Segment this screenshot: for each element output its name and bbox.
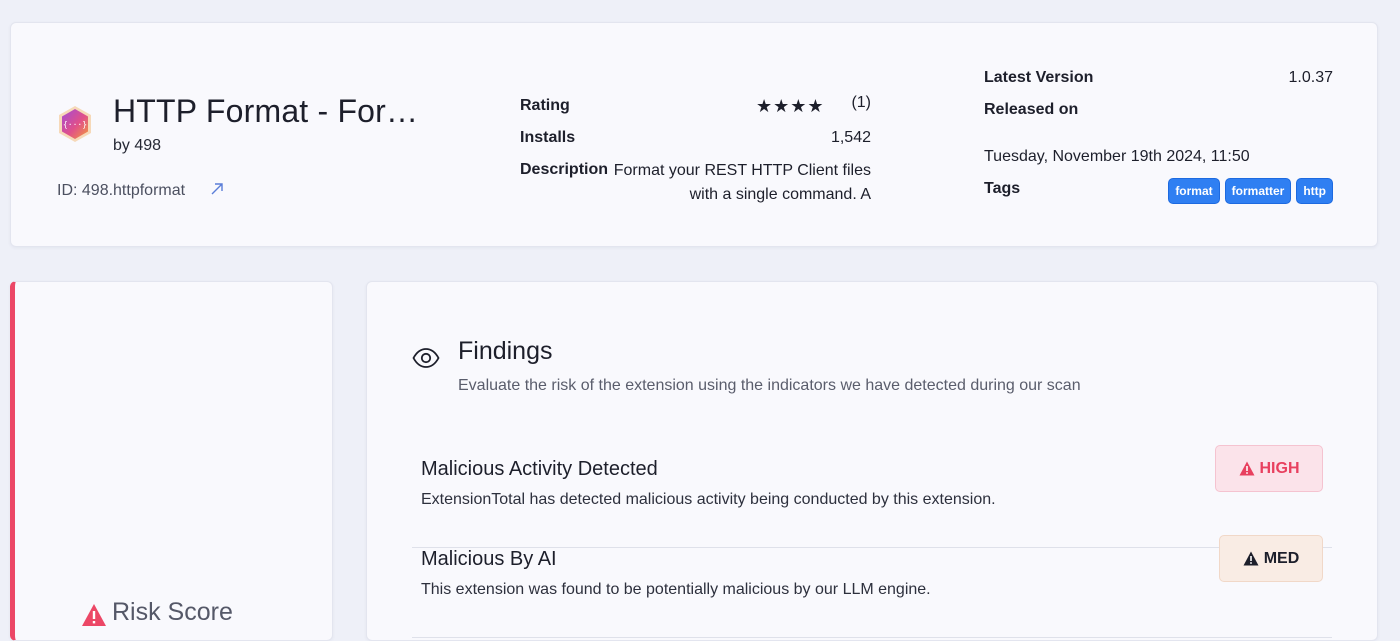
- rating-stars-icon: ★★★★: [756, 96, 825, 116]
- warning-triangle-icon: [1239, 461, 1254, 476]
- svg-text:{···}: {···}: [63, 120, 87, 129]
- finding-description: This extension was found to be potential…: [421, 581, 931, 598]
- findings-title: Findings: [458, 337, 553, 365]
- finding-description: ExtensionTotal has detected malicious ac…: [421, 491, 996, 508]
- findings-subtitle: Evaluate the risk of the extension using…: [458, 377, 1081, 394]
- finding-title: Malicious Activity Detected: [421, 458, 658, 480]
- severity-label: MED: [1263, 549, 1300, 567]
- finding-row[interactable]: Malicious By AI This extension was found…: [412, 535, 1332, 638]
- extension-author: by 498: [113, 137, 162, 154]
- rating-count: (1): [851, 94, 871, 111]
- severity-badge-med: MED: [1219, 535, 1323, 582]
- warning-triangle-icon: [1243, 551, 1259, 566]
- severity-label: HIGH: [1259, 459, 1300, 477]
- extension-title: HTTP Format - For…: [113, 93, 419, 129]
- tag-format[interactable]: format: [1168, 178, 1220, 204]
- tag-http[interactable]: http: [1296, 178, 1333, 204]
- tags-list: format formatter http: [1168, 178, 1333, 204]
- extension-id: ID: 498.httpformat: [57, 182, 186, 199]
- finding-row[interactable]: Malicious Activity Detected ExtensionTot…: [412, 445, 1332, 548]
- extension-logo-icon: {···}: [59, 106, 91, 142]
- warning-triangle-icon: [82, 604, 106, 626]
- eye-icon: [412, 348, 440, 368]
- finding-title: Malicious By AI: [421, 548, 557, 570]
- external-link-arrow-icon[interactable]: [209, 181, 225, 197]
- tags-label: Tags: [984, 180, 1021, 197]
- risk-score-card: Risk Score: [10, 281, 333, 641]
- tag-formatter[interactable]: formatter: [1224, 178, 1292, 204]
- description-value: Format your REST HTTP Client files with …: [613, 162, 871, 203]
- released-label: Released on: [984, 101, 1079, 118]
- extension-header-card: {···} HTTP Format - For… by 498 ID: 498.…: [10, 22, 1378, 247]
- installs-value: 1,542: [830, 129, 871, 146]
- released-value: Tuesday, November 19th 2024, 11:50: [984, 148, 1250, 165]
- latest-version-value: 1.0.37: [1288, 69, 1333, 86]
- latest-version-label: Latest Version: [984, 69, 1094, 86]
- severity-badge-high: HIGH: [1215, 445, 1323, 492]
- description-label: Description: [520, 161, 609, 178]
- installs-label: Installs: [520, 129, 576, 146]
- rating-label: Rating: [520, 97, 570, 114]
- findings-card: Findings Evaluate the risk of the extens…: [366, 281, 1378, 641]
